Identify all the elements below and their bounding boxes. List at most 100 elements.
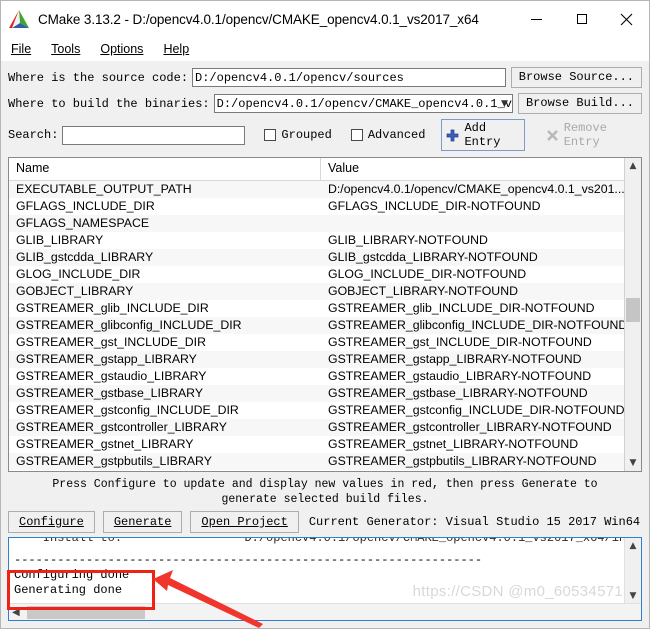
menu-bar: File Tools Options Help: [1, 37, 649, 61]
table-row[interactable]: GSTREAMER_gstbase_LIBRARY GSTREAMER_gstba…: [9, 385, 624, 402]
table-row[interactable]: GSTREAMER_gstpbutils_LIBRARY GSTREAMER_gs…: [9, 453, 624, 470]
browse-source-button[interactable]: Browse Source...: [510, 67, 642, 88]
cache-entry-value[interactable]: GSTREAMER_gstcontroller_LIBRARY-NOTFOUND: [321, 419, 624, 436]
scrollbar-thumb[interactable]: [626, 298, 640, 322]
menu-options-label: Options: [100, 42, 144, 56]
table-row[interactable]: GFLAGS_NAMESPACE: [9, 215, 624, 232]
cache-entry-value[interactable]: GSTREAMER_gstnet_LIBRARY-NOTFOUND: [321, 436, 624, 453]
menu-item-options[interactable]: Options: [98, 40, 153, 58]
add-entry-button[interactable]: Add Entry: [441, 119, 525, 151]
table-row[interactable]: GSTREAMER_glib_INCLUDE_DIR GSTREAMER_glib…: [9, 300, 624, 317]
cache-entry-name: GSTREAMER_gst_INCLUDE_DIR: [16, 335, 206, 349]
cache-table-header: Name Value: [9, 158, 624, 181]
cache-entry-value[interactable]: GSTREAMER_gstconfig_INCLUDE_DIR-NOTFOUND: [321, 402, 624, 419]
cache-entry-name: GSTREAMER_glib_INCLUDE_DIR: [16, 301, 209, 315]
output-log[interactable]: Install to: D:/opencv4.0.1/opencv/CMAKE_…: [8, 537, 642, 621]
cache-entry-name: GSTREAMER_gstcontroller_LIBRARY: [16, 420, 227, 434]
generate-button[interactable]: Generate: [102, 511, 183, 533]
add-entry-label: Add Entry: [464, 121, 501, 149]
cache-entry-value[interactable]: GSTREAMER_gstaudio_LIBRARY-NOTFOUND: [321, 368, 624, 385]
menu-file-label: File: [11, 42, 32, 56]
cache-entry-value[interactable]: GFLAGS_INCLUDE_DIR-NOTFOUND: [321, 198, 624, 215]
output-log-hscrollbar[interactable]: ◀: [9, 603, 641, 620]
hscrollbar-thumb[interactable]: [27, 605, 145, 619]
cache-entry-value[interactable]: GLIB_gstcdda_LIBRARY-NOTFOUND: [321, 249, 624, 266]
cache-entry-value[interactable]: GSTREAMER_gstbase_LIBRARY-NOTFOUND: [321, 385, 624, 402]
table-row[interactable]: GLIB_LIBRARY GLIB_LIBRARY-NOTFOUND: [9, 232, 624, 249]
checkbox-box-advanced[interactable]: [350, 129, 363, 141]
table-row[interactable]: GLOG_INCLUDE_DIR GLOG_INCLUDE_DIR-NOTFOUN…: [9, 266, 624, 283]
close-icon[interactable]: [604, 1, 649, 37]
cache-entry-name: GSTREAMER_gstnet_LIBRARY: [16, 437, 194, 451]
table-row[interactable]: GOBJECT_LIBRARY GOBJECT_LIBRARY-NOTFOUND: [9, 283, 624, 300]
output-log-content: Install to: D:/opencv4.0.1/opencv/CMAKE_…: [9, 538, 625, 604]
maximize-icon[interactable]: [559, 1, 604, 37]
cache-entry-name: GLIB_LIBRARY: [16, 233, 104, 247]
chevron-up-icon[interactable]: ▲: [625, 538, 641, 554]
table-row[interactable]: GSTREAMER_gstconfig_INCLUDE_DIR GSTREAMER…: [9, 402, 624, 419]
chevron-down-icon[interactable]: ▼: [625, 455, 641, 471]
minimize-icon[interactable]: [514, 1, 559, 37]
cache-entry-value[interactable]: GSTREAMER_gstapp_LIBRARY-NOTFOUND: [321, 351, 624, 368]
open-project-label: Open Project: [201, 515, 288, 529]
chevron-left-icon[interactable]: ◀: [12, 604, 20, 620]
menu-item-file[interactable]: File: [9, 40, 41, 58]
browse-build-button[interactable]: Browse Build...: [517, 93, 642, 114]
table-row[interactable]: GSTREAMER_gstaudio_LIBRARY GSTREAMER_gsta…: [9, 368, 624, 385]
table-row[interactable]: GLIB_gstcdda_LIBRARY GLIB_gstcdda_LIBRARY…: [9, 249, 624, 266]
cache-entry-name: GOBJECT_LIBRARY: [16, 284, 134, 298]
column-header-value[interactable]: Value: [321, 158, 624, 180]
cmake-triangle-logo-icon: [8, 9, 30, 29]
cache-table-scrollbar[interactable]: ▲ ▼: [624, 158, 641, 471]
table-row[interactable]: EXECUTABLE_OUTPUT_PATH D:/opencv4.0.1/ope…: [9, 181, 624, 198]
table-row[interactable]: GSTREAMER_gst_INCLUDE_DIR GSTREAMER_gst_I…: [9, 334, 624, 351]
cache-entry-value[interactable]: [321, 215, 624, 232]
cache-entry-value[interactable]: GLIB_LIBRARY-NOTFOUND: [321, 232, 624, 249]
cache-entry-name: GFLAGS_INCLUDE_DIR: [16, 199, 155, 213]
menu-item-help[interactable]: Help: [161, 40, 199, 58]
cache-entry-value[interactable]: GSTREAMER_glib_INCLUDE_DIR-NOTFOUND: [321, 300, 624, 317]
cache-entry-value[interactable]: D:/opencv4.0.1/opencv/CMAKE_opencv4.0.1_…: [321, 181, 624, 198]
table-row[interactable]: GFLAGS_INCLUDE_DIR GFLAGS_INCLUDE_DIR-NOT…: [9, 198, 624, 215]
table-row[interactable]: GSTREAMER_gstnet_LIBRARY GSTREAMER_gstnet…: [9, 436, 624, 453]
chevron-up-icon[interactable]: ▲: [625, 158, 641, 174]
grouped-checkbox[interactable]: Grouped: [264, 128, 332, 142]
output-log-vscrollbar[interactable]: ▲ ▼: [624, 538, 641, 604]
search-input[interactable]: [62, 125, 246, 145]
cache-entry-name: GSTREAMER_gstapp_LIBRARY: [16, 352, 197, 366]
build-path-row: Where to build the binaries: D:/opencv4.…: [8, 93, 642, 114]
cache-entry-name: GSTREAMER_gstpbutils_LIBRARY: [16, 454, 212, 468]
cache-entry-value[interactable]: GLOG_INCLUDE_DIR-NOTFOUND: [321, 266, 624, 283]
advanced-label: Advanced: [367, 128, 426, 142]
remove-entry-label: Remove Entry: [563, 121, 607, 149]
cache-table: Name Value EXECUTABLE_OUTPUT_PATH D:/open…: [8, 157, 642, 472]
build-path-combobox[interactable]: D:/opencv4.0.1/opencv/CMAKE_opencv4.0.1_…: [213, 94, 513, 113]
menu-item-tools[interactable]: Tools: [49, 40, 90, 58]
cache-entry-value[interactable]: GSTREAMER_gst_INCLUDE_DIR-NOTFOUND: [321, 334, 624, 351]
chevron-down-icon[interactable]: ▼: [625, 588, 641, 604]
cache-entry-name: GFLAGS_NAMESPACE: [16, 216, 150, 230]
checkbox-box-grouped[interactable]: [264, 129, 277, 141]
source-path-input[interactable]: D:/opencv4.0.1/opencv/sources: [192, 68, 506, 87]
main-panel: Where is the source code: D:/opencv4.0.1…: [1, 61, 649, 537]
chevron-down-icon[interactable]: ▼: [501, 95, 508, 112]
column-header-name[interactable]: Name: [9, 158, 321, 180]
table-row[interactable]: GSTREAMER_gstapp_LIBRARY GSTREAMER_gstapp…: [9, 351, 624, 368]
open-project-button[interactable]: Open Project: [190, 511, 299, 533]
cache-entry-value[interactable]: GSTREAMER_glibconfig_INCLUDE_DIR-NOTFOUN…: [321, 317, 624, 334]
table-row[interactable]: GSTREAMER_glibconfig_INCLUDE_DIR GSTREAME…: [9, 317, 624, 334]
configure-button[interactable]: Configure: [8, 511, 95, 533]
menu-tools-label: Tools: [51, 42, 81, 56]
remove-entry-button[interactable]: Remove Entry: [540, 119, 642, 151]
status-hint: Press Configure to update and display ne…: [52, 478, 598, 506]
cache-entry-value[interactable]: GOBJECT_LIBRARY-NOTFOUND: [321, 283, 624, 300]
grouped-label: Grouped: [281, 128, 332, 142]
cache-entry-value[interactable]: GSTREAMER_gstpbutils_LIBRARY-NOTFOUND: [321, 453, 624, 470]
cache-entry-name: GLOG_INCLUDE_DIR: [16, 267, 141, 281]
log-line-install-to: Install to: D:/opencv4.0.1/opencv/CMAKE_…: [14, 538, 625, 545]
advanced-checkbox[interactable]: Advanced: [350, 128, 426, 142]
build-path-value: D:/opencv4.0.1/opencv/CMAKE_opencv4.0.1_…: [216, 97, 512, 111]
table-row[interactable]: GSTREAMER_gstcontroller_LIBRARY GSTREAMER…: [9, 419, 624, 436]
window-controls: [514, 1, 649, 37]
log-line-configuring-done: Configuring done: [14, 568, 130, 582]
